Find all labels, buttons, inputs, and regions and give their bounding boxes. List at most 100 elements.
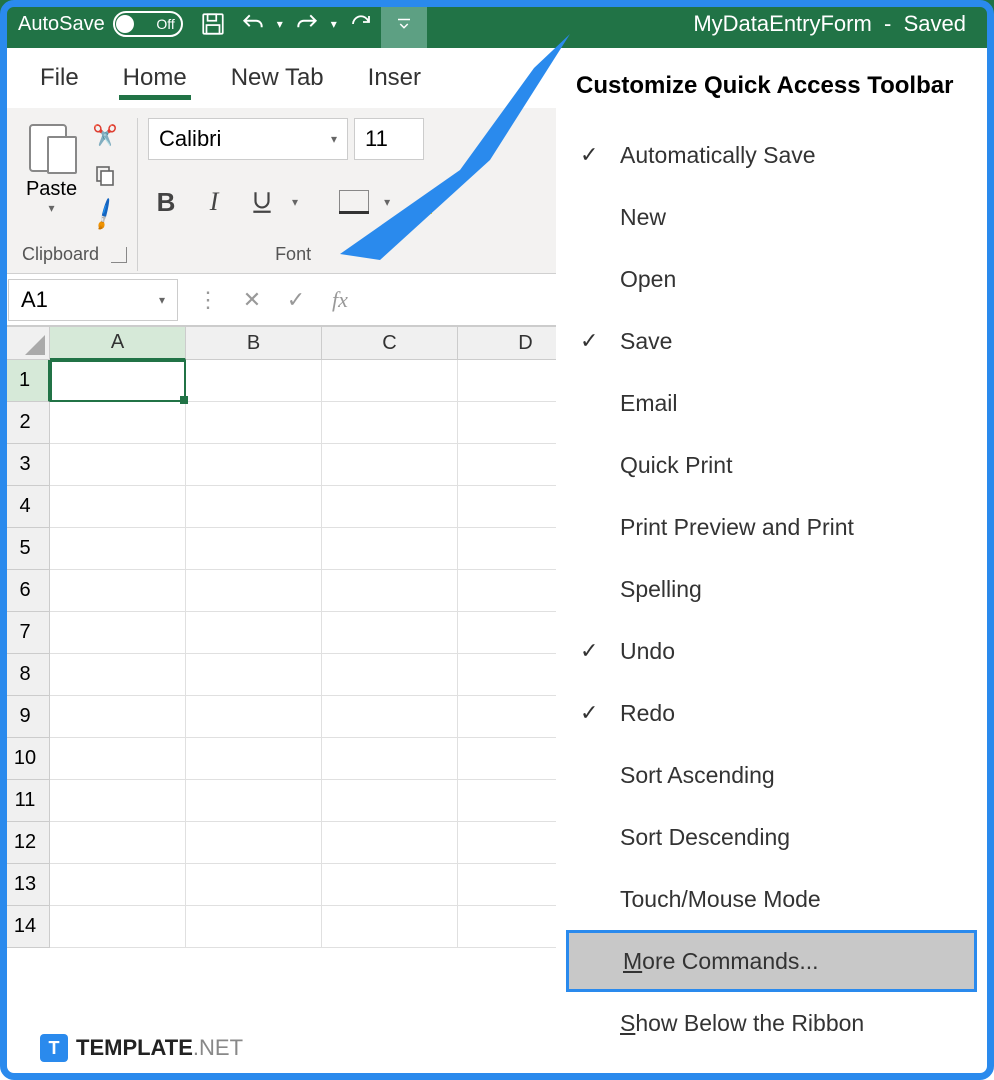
bold-button[interactable]: B bbox=[148, 184, 184, 220]
select-all-corner[interactable] bbox=[0, 326, 50, 360]
cell[interactable] bbox=[186, 654, 322, 696]
cell[interactable] bbox=[322, 486, 458, 528]
cell[interactable] bbox=[322, 780, 458, 822]
fill-color-button[interactable] bbox=[402, 184, 438, 220]
cell[interactable] bbox=[50, 906, 186, 948]
cell[interactable] bbox=[50, 402, 186, 444]
cut-button[interactable]: ✂️ bbox=[87, 118, 123, 152]
row-header[interactable]: 14 bbox=[0, 906, 50, 948]
cell[interactable] bbox=[322, 444, 458, 486]
cell[interactable] bbox=[50, 654, 186, 696]
autosave-toggle[interactable]: Off bbox=[113, 11, 183, 37]
row-header[interactable]: 9 bbox=[0, 696, 50, 738]
row-header[interactable]: 4 bbox=[0, 486, 50, 528]
cell[interactable] bbox=[50, 570, 186, 612]
row-header[interactable]: 2 bbox=[0, 402, 50, 444]
cell[interactable] bbox=[322, 696, 458, 738]
redo-dropdown-icon[interactable]: ▾ bbox=[327, 4, 341, 44]
font-size-select[interactable]: 11 bbox=[354, 118, 424, 160]
cell[interactable] bbox=[322, 528, 458, 570]
autosave-control[interactable]: AutoSave Off bbox=[8, 11, 193, 37]
cell[interactable] bbox=[322, 822, 458, 864]
row-header[interactable]: 8 bbox=[0, 654, 50, 696]
row-header[interactable]: 6 bbox=[0, 570, 50, 612]
cell[interactable] bbox=[186, 360, 322, 402]
cell[interactable] bbox=[50, 864, 186, 906]
undo-dropdown-icon[interactable]: ▾ bbox=[273, 4, 287, 44]
menu-item[interactable]: Spelling bbox=[566, 558, 977, 620]
cell[interactable] bbox=[322, 360, 458, 402]
row-header[interactable]: 7 bbox=[0, 612, 50, 654]
cell[interactable] bbox=[186, 738, 322, 780]
cell[interactable] bbox=[50, 738, 186, 780]
cancel-formula-button[interactable]: ✕ bbox=[230, 279, 274, 321]
italic-button[interactable]: I bbox=[196, 184, 232, 220]
menu-item[interactable]: Sort Descending bbox=[566, 806, 977, 868]
cell[interactable] bbox=[186, 486, 322, 528]
cell[interactable] bbox=[322, 906, 458, 948]
format-painter-button[interactable]: 🖌️ bbox=[87, 198, 123, 232]
row-header[interactable]: 13 bbox=[0, 864, 50, 906]
menu-item-more-commands[interactable]: More Commands... bbox=[566, 930, 977, 992]
column-header[interactable]: C bbox=[322, 326, 458, 360]
tab-insert[interactable]: Inser bbox=[346, 54, 443, 102]
redo-button[interactable] bbox=[287, 4, 327, 44]
fx-button[interactable]: fx bbox=[318, 279, 362, 321]
cell[interactable] bbox=[186, 612, 322, 654]
accept-formula-button[interactable]: ✓ bbox=[274, 279, 318, 321]
copy-button[interactable] bbox=[87, 158, 123, 192]
cell[interactable] bbox=[50, 696, 186, 738]
font-name-select[interactable]: Calibri▾ bbox=[148, 118, 348, 160]
menu-item[interactable]: Touch/Mouse Mode bbox=[566, 868, 977, 930]
row-header[interactable]: 1 bbox=[0, 360, 50, 402]
cell[interactable] bbox=[186, 780, 322, 822]
row-header[interactable]: 3 bbox=[0, 444, 50, 486]
cell[interactable] bbox=[50, 822, 186, 864]
column-header[interactable]: A bbox=[50, 326, 186, 360]
cell[interactable] bbox=[322, 654, 458, 696]
menu-item[interactable]: Sort Ascending bbox=[566, 744, 977, 806]
cell[interactable] bbox=[186, 444, 322, 486]
cell[interactable] bbox=[50, 444, 186, 486]
menu-item-show-below[interactable]: Show Below the Ribbon bbox=[566, 992, 977, 1054]
menu-item[interactable]: Print Preview and Print bbox=[566, 496, 977, 558]
row-header[interactable]: 11 bbox=[0, 780, 50, 822]
row-header[interactable]: 5 bbox=[0, 528, 50, 570]
cell[interactable] bbox=[186, 906, 322, 948]
dialog-launcher-icon[interactable] bbox=[111, 247, 127, 263]
tab-home[interactable]: Home bbox=[101, 54, 209, 102]
borders-button[interactable] bbox=[336, 184, 372, 220]
row-header[interactable]: 10 bbox=[0, 738, 50, 780]
cell[interactable] bbox=[186, 696, 322, 738]
tab-file[interactable]: File bbox=[18, 54, 101, 102]
save-button[interactable] bbox=[193, 4, 233, 44]
cell[interactable] bbox=[186, 570, 322, 612]
cell[interactable] bbox=[322, 402, 458, 444]
tab-newtab[interactable]: New Tab bbox=[209, 54, 346, 102]
menu-item[interactable]: Email bbox=[566, 372, 977, 434]
cell[interactable] bbox=[186, 528, 322, 570]
paste-button[interactable]: Paste ▾ bbox=[26, 118, 77, 215]
cell[interactable] bbox=[322, 612, 458, 654]
underline-button[interactable] bbox=[244, 184, 280, 220]
menu-item[interactable]: Quick Print bbox=[566, 434, 977, 496]
menu-item[interactable]: ✓Undo bbox=[566, 620, 977, 682]
chevron-down-icon[interactable]: ▾ bbox=[292, 195, 298, 209]
column-header[interactable]: B bbox=[186, 326, 322, 360]
menu-item[interactable]: ✓Redo bbox=[566, 682, 977, 744]
cell[interactable] bbox=[186, 402, 322, 444]
chevron-down-icon[interactable]: ▾ bbox=[384, 195, 390, 209]
name-box[interactable]: A1▾ bbox=[8, 279, 178, 321]
cell[interactable] bbox=[50, 780, 186, 822]
menu-item[interactable]: ✓Automatically Save bbox=[566, 124, 977, 186]
menu-item[interactable]: Open bbox=[566, 248, 977, 310]
row-header[interactable]: 12 bbox=[0, 822, 50, 864]
cell[interactable] bbox=[50, 612, 186, 654]
customize-qat-button[interactable] bbox=[381, 0, 427, 48]
cell[interactable] bbox=[322, 570, 458, 612]
menu-item[interactable]: ✓Save bbox=[566, 310, 977, 372]
undo-button[interactable] bbox=[233, 4, 273, 44]
menu-item[interactable]: New bbox=[566, 186, 977, 248]
cell[interactable] bbox=[50, 528, 186, 570]
refresh-button[interactable] bbox=[341, 4, 381, 44]
